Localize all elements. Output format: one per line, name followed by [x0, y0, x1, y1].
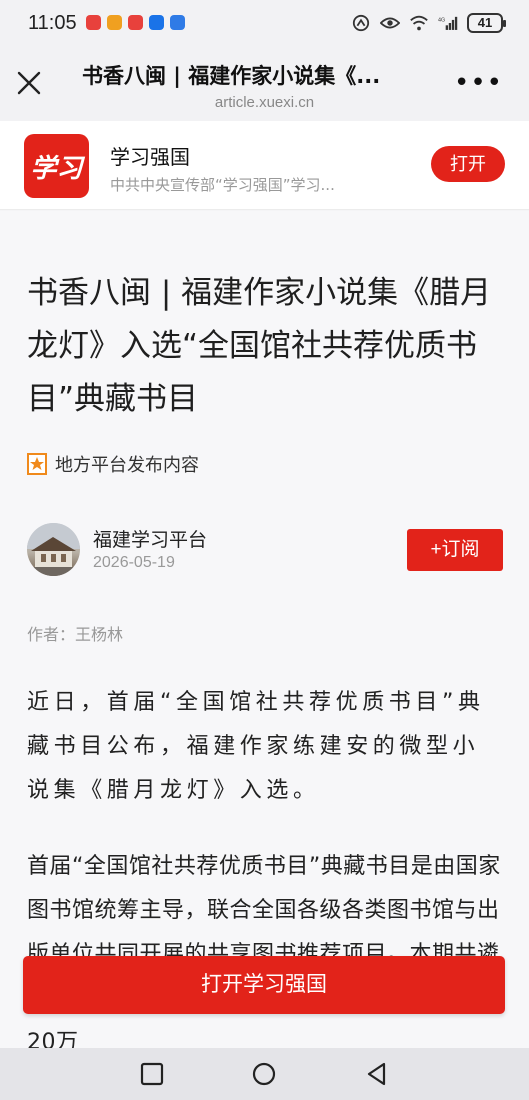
browser-toolbar: 书香八闽 | 福建作家小说集《... article.xuexi.cn ••• — [0, 48, 529, 121]
page-title: 书香八闽 | 福建作家小说集《... — [82, 64, 381, 88]
nfc-icon — [352, 14, 370, 32]
system-nav-bar — [0, 1048, 529, 1100]
subscribe-button[interactable]: +订阅 — [407, 529, 503, 571]
app-logo: 学习 — [24, 134, 89, 198]
app-icon-2 — [107, 15, 122, 30]
open-app-button[interactable]: 打开 — [431, 146, 505, 182]
platform-tag: 地方平台发布内容 — [27, 451, 199, 477]
paragraph-2: 首届“全国馆社共荐优质书目”典藏书目是由国家图书馆统筹主导，联合全国各级各类图书… — [27, 854, 501, 1055]
open-xuexi-button[interactable]: 打开学习强国 — [23, 956, 505, 1014]
status-time: 11:05 — [28, 12, 77, 34]
page-url: article.xuexi.cn — [214, 94, 315, 111]
article: 书香八闽 | 福建作家小说集《腊月龙灯》入选“全国馆社共荐优质书目”典藏书目 地… — [0, 211, 529, 1055]
wifi-icon — [410, 15, 428, 31]
app-icon-1 — [86, 15, 101, 30]
home-icon[interactable] — [251, 1061, 277, 1087]
signal-4g-icon: 4G — [438, 16, 458, 30]
article-headline: 书香八闽 | 福建作家小说集《腊月龙灯》入选“全国馆社共荐优质书目”典藏书目 — [27, 275, 492, 417]
author-line: 作者：王杨林 — [27, 625, 124, 644]
status-right: 4G 41 — [351, 13, 506, 33]
star-badge-icon — [27, 453, 47, 475]
status-bar: 11:05 4G 41 — [0, 0, 529, 48]
source-name[interactable]: 福建学习平台 — [93, 525, 207, 552]
close-icon[interactable] — [16, 70, 42, 96]
app-name: 学习强国 — [110, 145, 190, 169]
battery-icon: 41 — [467, 13, 506, 33]
source-row: 福建学习平台 2026-05-19 +订阅 — [27, 523, 503, 579]
platform-label: 地方平台发布内容 — [55, 455, 199, 476]
svg-text:4G: 4G — [438, 17, 445, 23]
eye-comfort-icon — [380, 17, 400, 29]
app-icon-4 — [149, 15, 164, 30]
recents-icon[interactable] — [139, 1061, 165, 1087]
publish-date: 2026-05-19 — [93, 554, 175, 571]
app-banner: 学习 学习强国 中共中央宣传部“学习强国”学习... 打开 — [0, 121, 529, 210]
app-description: 中共中央宣传部“学习强国”学习... — [110, 176, 335, 194]
app-icon-5 — [170, 15, 185, 30]
back-icon[interactable] — [364, 1061, 390, 1087]
app-icon-3 — [128, 15, 143, 30]
paragraph-1: 近日，首届“全国馆社共荐优质书目”典藏书目公布，福建作家练建安的微型小说集《腊月… — [27, 690, 485, 803]
more-menu-icon[interactable]: ••• — [454, 70, 503, 96]
avatar[interactable] — [27, 523, 80, 576]
notification-icons — [86, 15, 185, 30]
